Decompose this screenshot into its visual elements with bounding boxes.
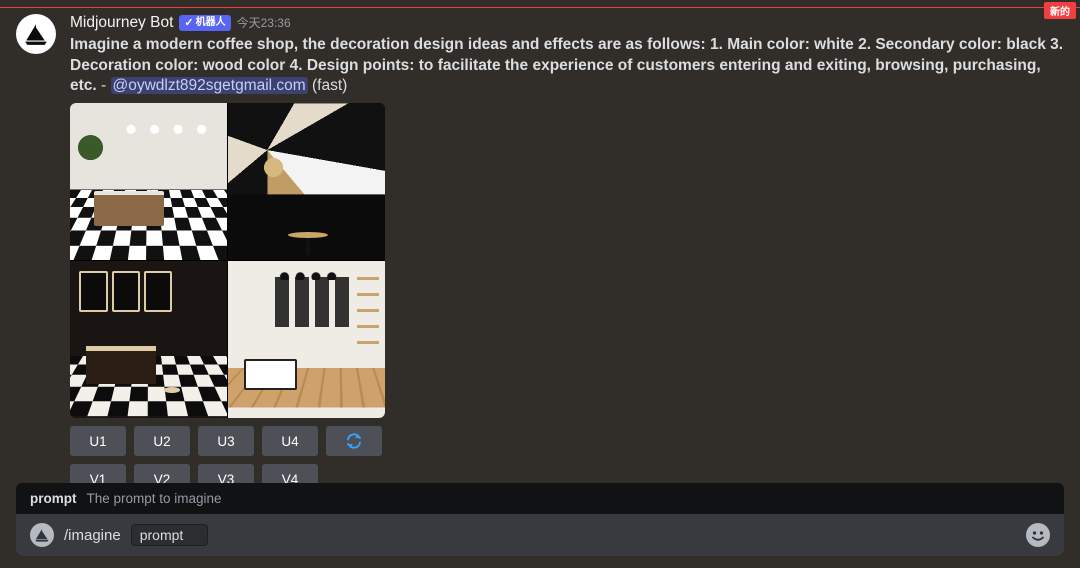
input-area: prompt The prompt to imagine /imagine pr…	[0, 483, 1080, 568]
refresh-icon	[345, 432, 363, 450]
prompt-suffix: (fast)	[308, 77, 348, 94]
param-name: prompt	[140, 527, 184, 543]
slash-command: /imagine	[64, 527, 121, 544]
bot-avatar[interactable]	[16, 14, 56, 54]
image-cell-3	[70, 261, 227, 418]
prompt-input[interactable]	[187, 527, 199, 543]
hint-description: The prompt to imagine	[87, 491, 222, 506]
generated-image-grid[interactable]	[70, 103, 385, 418]
emoji-button[interactable]	[1026, 523, 1050, 547]
author-name[interactable]: Midjourney Bot	[70, 14, 173, 33]
image-cell-2	[228, 103, 385, 260]
new-messages-badge[interactable]: 新的	[1044, 2, 1076, 19]
message: Midjourney Bot ✓ 机器人 今天23:36 Imagine a m…	[0, 0, 1080, 494]
message-header: Midjourney Bot ✓ 机器人 今天23:36	[70, 14, 1064, 33]
new-messages-divider	[0, 7, 1080, 8]
bot-tag-label: 机器人	[196, 16, 226, 30]
param-chip-prompt[interactable]: prompt	[131, 524, 209, 546]
message-body: Midjourney Bot ✓ 机器人 今天23:36 Imagine a m…	[70, 14, 1064, 494]
message-content: Imagine a modern coffee shop, the decora…	[70, 35, 1064, 98]
verified-check-icon: ✓	[184, 18, 193, 29]
u3-button[interactable]: U3	[198, 426, 254, 456]
command-hint: prompt The prompt to imagine	[16, 483, 1064, 514]
u2-button[interactable]: U2	[134, 426, 190, 456]
upscale-row: U1 U2 U3 U4	[70, 426, 1064, 456]
sailboat-icon	[23, 21, 49, 47]
attach-button[interactable]	[30, 523, 54, 547]
user-mention[interactable]: @oywdlzt892sgetgmail.com	[111, 77, 308, 94]
message-composer[interactable]: /imagine prompt	[16, 514, 1064, 556]
u1-button[interactable]: U1	[70, 426, 126, 456]
hint-label: prompt	[30, 491, 77, 506]
bot-tag: ✓ 机器人	[179, 15, 230, 31]
image-cell-4	[228, 261, 385, 418]
reroll-button[interactable]	[326, 426, 382, 456]
emoji-icon	[1026, 523, 1050, 547]
u4-button[interactable]: U4	[262, 426, 318, 456]
image-cell-1	[70, 103, 227, 260]
sailboat-icon	[34, 527, 50, 543]
timestamp: 今天23:36	[237, 16, 291, 30]
prompt-separator: -	[97, 77, 111, 94]
